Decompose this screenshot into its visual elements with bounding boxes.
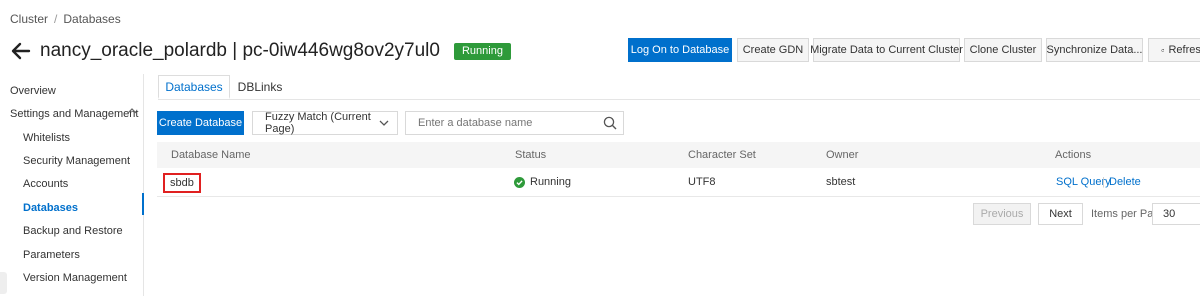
- migrate-data-button[interactable]: Migrate Data to Current Cluster: [810, 38, 963, 62]
- synchronize-data-button[interactable]: Synchronize Data...: [1046, 38, 1143, 62]
- delete-link[interactable]: Delete: [1109, 176, 1141, 188]
- status-cell: Running: [530, 176, 571, 188]
- sidebar-item-backup-restore[interactable]: Backup and Restore: [23, 225, 123, 237]
- action-divider: |: [1102, 176, 1105, 188]
- chevron-down-icon: [379, 120, 389, 126]
- column-header-status: Status: [515, 149, 547, 161]
- arrow-left-icon[interactable]: [10, 40, 32, 62]
- create-gdn-button[interactable]: Create GDN: [737, 38, 809, 62]
- match-mode-select[interactable]: Fuzzy Match (Current Page): [252, 111, 398, 135]
- tab-dblinks[interactable]: DBLinks: [230, 75, 290, 99]
- check-circle-icon: [514, 177, 525, 188]
- search-input[interactable]: [416, 116, 600, 130]
- create-database-button[interactable]: Create Database: [157, 111, 244, 135]
- sidebar-toggle-handle[interactable]: [0, 272, 7, 294]
- tabs-divider: [158, 99, 1200, 100]
- tab-databases[interactable]: Databases: [158, 75, 230, 99]
- database-name-cell: sbdb: [163, 173, 201, 193]
- breadcrumb-cluster[interactable]: Cluster: [10, 12, 48, 26]
- table-header: Database Name Status Character Set Owner…: [157, 142, 1200, 168]
- table-row: sbdb Running UTF8 sbtest SQL Query | Del…: [157, 168, 1200, 197]
- sidebar-item-version-management[interactable]: Version Management: [23, 272, 127, 284]
- search-icon[interactable]: [603, 116, 617, 130]
- items-per-page-value: 30: [1163, 208, 1176, 220]
- sidebar-item-parameters[interactable]: Parameters: [23, 249, 80, 261]
- sidebar-item-security-management[interactable]: Security Management: [23, 155, 130, 167]
- breadcrumb-databases: Databases: [63, 12, 121, 26]
- sidebar-item-whitelists[interactable]: Whitelists: [23, 132, 70, 144]
- page-header: nancy_oracle_polardb | pc-0iw446wg8ov2y7…: [10, 38, 511, 64]
- status-badge: Running: [453, 42, 511, 60]
- sidebar-active-indicator: [142, 193, 144, 215]
- search-field[interactable]: [405, 111, 624, 135]
- refresh-label: Refresh: [1168, 44, 1200, 56]
- page-title: nancy_oracle_polardb | pc-0iw446wg8ov2y7…: [40, 40, 440, 61]
- charset-cell: UTF8: [688, 176, 716, 188]
- refresh-button[interactable]: Refresh: [1148, 38, 1200, 62]
- column-header-actions: Actions: [1055, 149, 1092, 161]
- column-header-character-set: Character Set: [688, 149, 756, 161]
- sidebar: Overview Settings and Management Whiteli…: [0, 74, 144, 296]
- breadcrumb: Cluster / Databases: [10, 12, 121, 26]
- owner-cell: sbtest: [826, 176, 856, 188]
- column-header-database-name: Database Name: [171, 149, 251, 161]
- column-header-owner: Owner: [826, 149, 859, 161]
- chevron-up-icon[interactable]: [127, 107, 137, 115]
- previous-page-button[interactable]: Previous: [973, 203, 1031, 225]
- items-per-page-select[interactable]: 30: [1152, 203, 1200, 225]
- sidebar-item-accounts[interactable]: Accounts: [23, 178, 68, 190]
- next-page-button[interactable]: Next: [1038, 203, 1083, 225]
- match-mode-value: Fuzzy Match (Current Page): [265, 111, 371, 135]
- refresh-icon: [1161, 48, 1165, 52]
- sidebar-item-databases[interactable]: Databases: [23, 202, 78, 214]
- log-on-database-button[interactable]: Log On to Database: [628, 38, 732, 62]
- sidebar-group-settings[interactable]: Settings and Management: [10, 108, 138, 120]
- breadcrumb-separator: /: [54, 12, 58, 26]
- clone-cluster-button[interactable]: Clone Cluster: [964, 38, 1042, 62]
- sidebar-item-overview[interactable]: Overview: [10, 85, 56, 97]
